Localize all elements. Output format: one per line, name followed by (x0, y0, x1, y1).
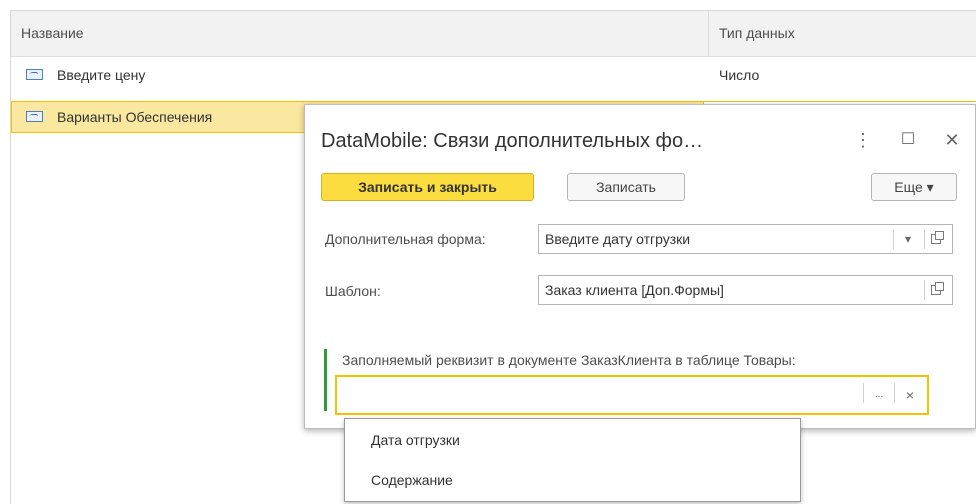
close-icon[interactable]: ✕ (941, 127, 963, 153)
list-header: Название Тип данных (11, 11, 976, 57)
field-separator (894, 383, 895, 403)
requisite-input[interactable]: ... × (335, 375, 929, 415)
field-separator (924, 229, 925, 249)
required-mark (324, 349, 327, 411)
additional-form-value: Введите дату отгрузки (545, 231, 691, 247)
column-header-name[interactable]: Название (21, 25, 84, 41)
clear-icon[interactable]: × (898, 381, 922, 409)
additional-form-label: Дополнительная форма: (325, 231, 486, 247)
save-button[interactable]: Записать (567, 173, 685, 201)
row-type: Число (719, 67, 760, 83)
select-ellipsis-icon[interactable]: ... (867, 381, 891, 409)
field-separator (924, 280, 925, 300)
row-name: Варианты Обеспечения (57, 109, 213, 125)
requisite-label: Заполняемый реквизит в документе ЗаказКл… (342, 352, 796, 368)
column-divider (708, 11, 709, 57)
template-value: Заказ клиента [Доп.Формы] (545, 282, 724, 298)
field-separator (863, 383, 864, 403)
save-and-close-button[interactable]: Записать и закрыть (321, 173, 534, 201)
requisite-dropdown: Дата отгрузки Содержание (344, 418, 801, 502)
table-row[interactable]: Введите цену Число (11, 59, 976, 91)
more-button[interactable]: Еще ▾ (871, 173, 957, 201)
dropdown-arrow-icon[interactable]: ▾ (896, 225, 920, 253)
maximize-icon[interactable]: ☐ (897, 127, 919, 153)
template-field[interactable]: Заказ клиента [Доп.Формы] (538, 275, 953, 305)
column-header-type[interactable]: Тип данных (719, 25, 795, 41)
open-template-icon[interactable] (931, 282, 944, 295)
field-separator (893, 229, 894, 249)
field-icon (26, 69, 43, 80)
template-label: Шаблон: (325, 283, 381, 299)
selection-edge (704, 101, 976, 102)
row-name: Введите цену (57, 67, 146, 83)
additional-form-field[interactable]: Введите дату отгрузки ▾ (538, 224, 953, 254)
open-form-icon[interactable] (931, 231, 944, 244)
more-vert-icon[interactable]: ⋮ (852, 127, 874, 153)
dropdown-option-content[interactable]: Содержание (345, 461, 800, 499)
field-icon (26, 111, 43, 122)
window-title: DataMobile: Связи дополнительных фо… (321, 130, 704, 152)
links-form-window: DataMobile: Связи дополнительных фо… ⋮ ☐… (304, 104, 976, 429)
dropdown-option-shipment-date[interactable]: Дата отгрузки (345, 421, 800, 459)
